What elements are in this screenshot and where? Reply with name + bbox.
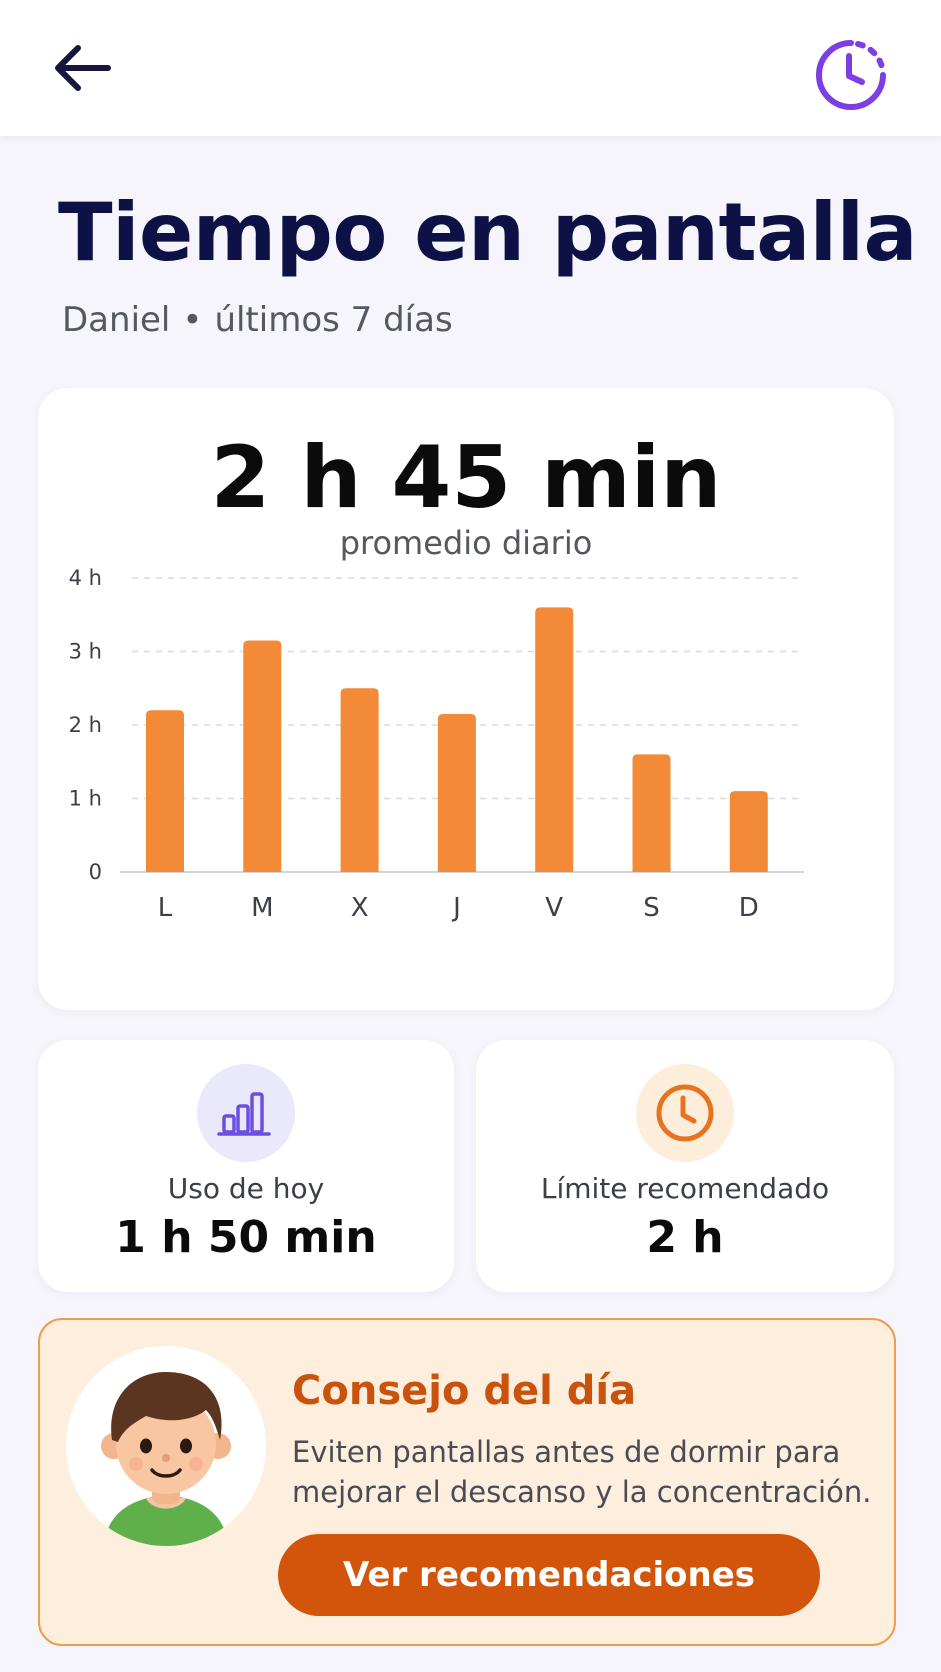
tip-of-the-day-card: Consejo del día Eviten pantallas antes d… <box>38 1318 896 1646</box>
recommended-limit-label: Límite recomendado <box>540 1172 830 1205</box>
subtitle-separator: • <box>182 300 203 340</box>
chart-x-tick-label: S <box>643 893 660 923</box>
chart-bar <box>729 791 768 872</box>
chart-bar <box>535 607 574 872</box>
today-usage-icon-badge <box>197 1064 295 1162</box>
chart-x-tick-label: X <box>351 893 369 923</box>
chart-x-tick-label: D <box>739 893 759 923</box>
chart-x-tick-label: L <box>158 893 173 923</box>
chart-y-tick-label: 4 h <box>69 566 102 590</box>
chart-x-tick-label: M <box>251 893 273 923</box>
chart-y-tick-label: 0 <box>89 860 102 884</box>
history-button[interactable] <box>812 36 890 114</box>
weekly-usage-card: 2 h 45 min promedio diario 01 h2 h3 h4 h… <box>38 388 894 1010</box>
today-usage-value: 1 h 50 min <box>115 1212 377 1263</box>
chart-bar <box>632 754 671 872</box>
arrow-left-icon <box>55 45 111 91</box>
tip-title: Consejo del día <box>292 1368 637 1414</box>
chart-y-tick-label: 2 h <box>69 713 102 737</box>
top-bar <box>0 0 941 136</box>
chart-bar <box>437 713 476 872</box>
chart-y-tick-label: 1 h <box>69 787 102 811</box>
today-usage-card: Uso de hoy 1 h 50 min <box>38 1040 454 1292</box>
recommended-limit-card: Límite recomendado 2 h <box>476 1040 894 1292</box>
weekly-bar-chart: 0 1 h 2 h 3 h 4 h L M X J V S D <box>69 566 804 923</box>
recommended-limit-icon-badge <box>636 1064 734 1162</box>
bar-chart-icon <box>217 1092 271 1136</box>
chart-x-tick-label: V <box>545 893 563 923</box>
chart-x-tick-label: J <box>451 893 461 923</box>
boy-avatar <box>66 1346 266 1546</box>
boy-avatar-illustration <box>101 1372 231 1546</box>
clock-history-icon <box>816 40 886 110</box>
tip-text: Eviten pantallas antes de dormir para me… <box>292 1435 872 1509</box>
child-name: Daniel <box>62 300 171 340</box>
chart-y-tick-label: 3 h <box>69 640 102 664</box>
today-usage-label: Uso de hoy <box>167 1172 325 1205</box>
clock-icon <box>656 1084 714 1142</box>
page-title: Tiempo en pantalla <box>58 186 918 279</box>
chart-bar <box>340 688 379 872</box>
chart-bar <box>146 710 184 872</box>
chart-bar <box>243 640 282 872</box>
page-subtitle: Daniel • últimos 7 días <box>62 300 453 340</box>
back-button[interactable] <box>48 36 128 108</box>
recommended-limit-value: 2 h <box>646 1212 724 1263</box>
period-label: últimos 7 días <box>214 300 453 340</box>
view-recommendations-button[interactable]: Ver recomendaciones <box>278 1534 820 1616</box>
